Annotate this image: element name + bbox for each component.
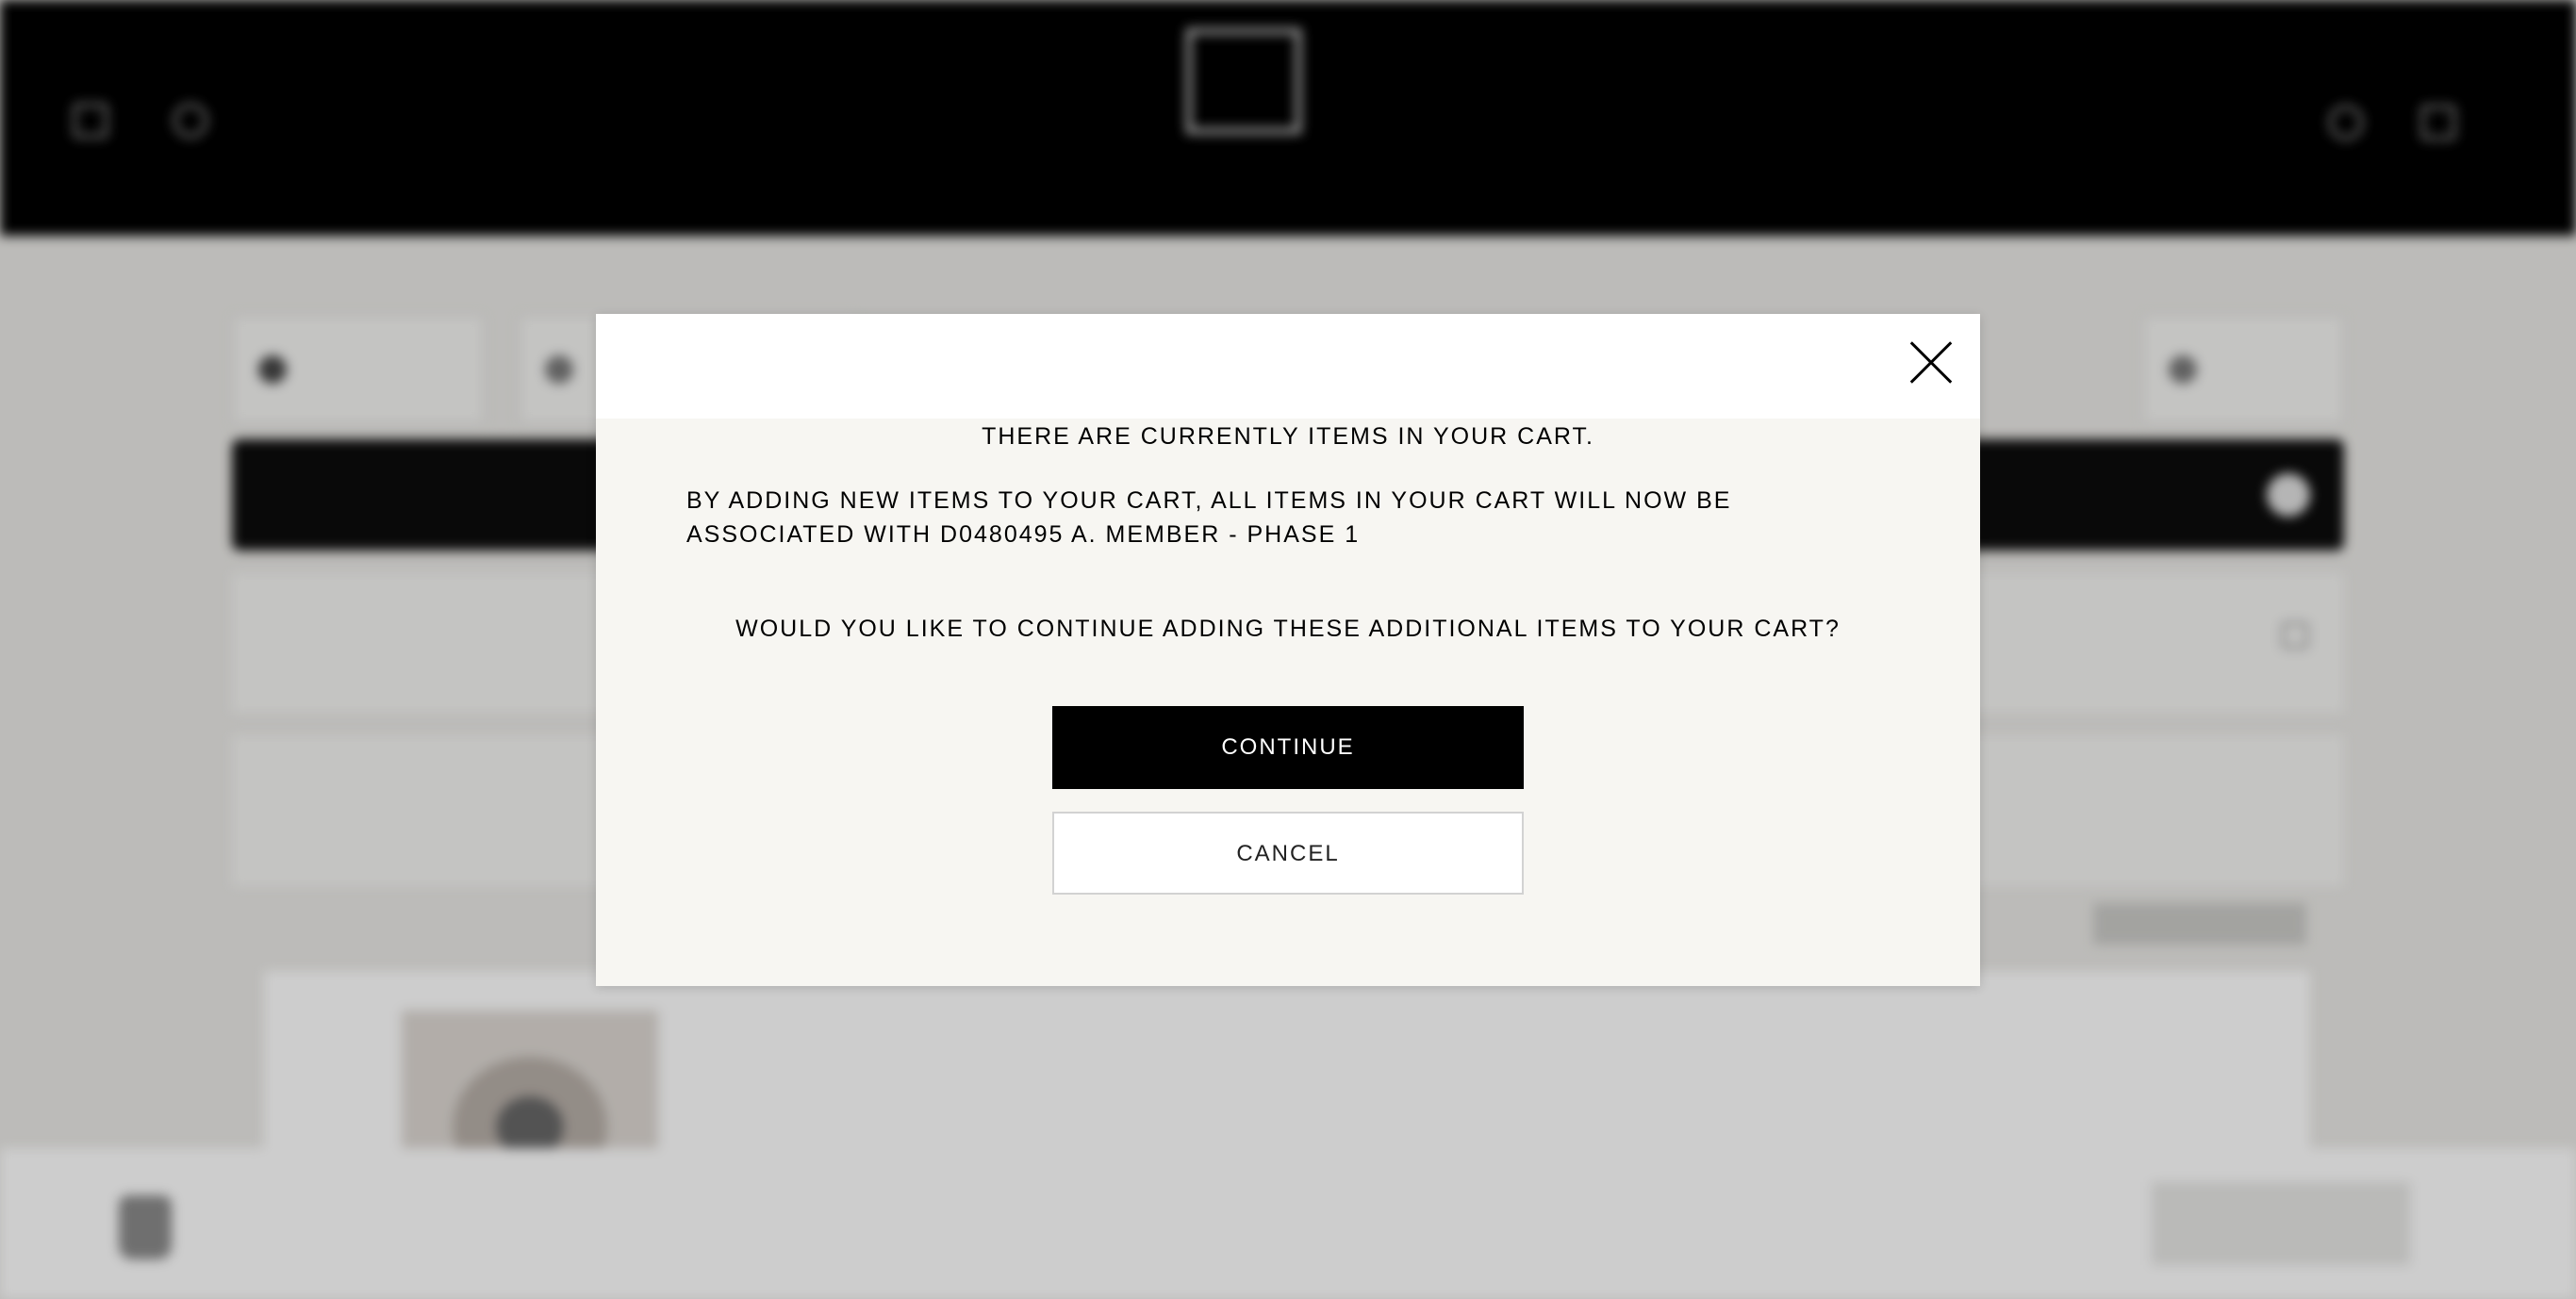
cart-confirm-dialog: THERE ARE CURRENTLY ITEMS IN YOUR CART. … — [596, 314, 1980, 986]
dialog-message-association: BY ADDING NEW ITEMS TO YOUR CART, ALL IT… — [686, 487, 1732, 548]
close-icon[interactable] — [1908, 340, 1954, 386]
dialog-header — [596, 314, 1980, 419]
dialog-question: WOULD YOU LIKE TO CONTINUE ADDING THESE … — [735, 616, 1841, 642]
continue-button[interactable]: CONTINUE — [1052, 706, 1524, 789]
dialog-message-cart-items: THERE ARE CURRENTLY ITEMS IN YOUR CART. — [982, 423, 1594, 450]
cancel-button[interactable]: CANCEL — [1052, 812, 1524, 895]
